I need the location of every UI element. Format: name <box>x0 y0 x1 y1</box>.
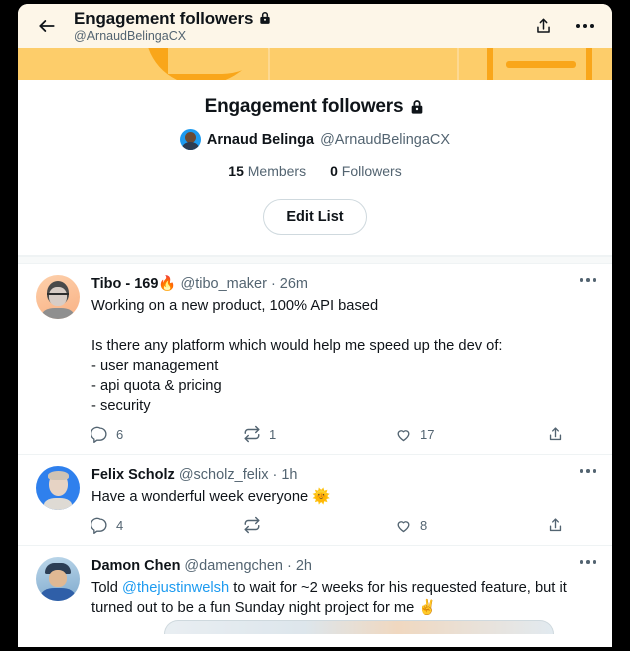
tweet-media-preview[interactable] <box>164 620 554 634</box>
arrow-left-icon <box>39 20 55 32</box>
tweet-timestamp[interactable]: 1h <box>281 466 297 485</box>
banner-vertical-bar-1 <box>487 48 493 80</box>
like-count: 17 <box>420 426 435 442</box>
tweet-more-button[interactable] <box>579 278 596 282</box>
list-owner-name: Arnaud Belinga <box>206 131 315 148</box>
tweet-content: Felix Scholz @scholz_felix · 1h Have a w… <box>91 466 596 541</box>
followers-label: Followers <box>341 163 402 179</box>
banner-dash <box>506 61 576 68</box>
tweet-author-handle[interactable]: @scholz_felix <box>179 466 269 485</box>
top-bar-title-group: Engagement followers @ArnaudBelingaCX <box>74 9 530 44</box>
list-stats-row: 15 Members 0 Followers <box>38 163 592 179</box>
top-navigation-bar: Engagement followers @ArnaudBelingaCX <box>18 4 612 48</box>
reply-count: 4 <box>116 517 124 533</box>
like-action[interactable]: 17 <box>395 426 547 443</box>
tweet-author-name[interactable]: Felix Scholz <box>91 466 175 485</box>
followers-stat[interactable]: 0 Followers <box>330 163 402 179</box>
share-button[interactable] <box>530 13 556 39</box>
members-count: 15 <box>228 163 244 179</box>
tweet-text-before: Told <box>91 580 123 596</box>
list-owner-row[interactable]: Arnaud Belinga @ArnaudBelingaCX <box>38 129 592 150</box>
tweet-actions: 6 1 17 <box>91 425 570 443</box>
tweet-author-handle[interactable]: @damengchen <box>184 557 283 576</box>
retweet-icon <box>244 516 260 534</box>
members-label: Members <box>247 163 307 179</box>
retweet-action[interactable] <box>243 516 395 534</box>
top-bar-actions <box>530 13 598 39</box>
edit-list-wrapper: Edit List <box>38 199 592 235</box>
app-screen: Engagement followers @ArnaudBelingaCX En… <box>18 4 612 647</box>
tweet-text: Told @thejustinwelsh to wait for ~2 week… <box>91 578 570 618</box>
reply-count: 6 <box>116 426 124 442</box>
banner-vertical-bar-2 <box>586 48 592 80</box>
tweet-timestamp[interactable]: 26m <box>280 275 308 294</box>
tweet-author-name[interactable]: Damon Chen <box>91 557 180 576</box>
more-horizontal-icon <box>579 278 596 282</box>
tweet-actions: 4 8 <box>91 516 570 534</box>
reply-action[interactable]: 6 <box>91 426 243 443</box>
tweet-content: Damon Chen @damengchen · 2h Told @thejus… <box>91 557 596 634</box>
retweet-icon <box>244 425 260 443</box>
tweet-author-row: Damon Chen @damengchen · 2h <box>91 557 570 576</box>
more-horizontal-icon <box>579 469 596 473</box>
tweet-more-button[interactable] <box>579 560 596 564</box>
tweet-more-button[interactable] <box>579 469 596 473</box>
more-horizontal-icon <box>579 560 596 564</box>
tweet-item[interactable]: Felix Scholz @scholz_felix · 1h Have a w… <box>18 455 612 546</box>
more-horizontal-icon <box>576 24 594 28</box>
reply-action[interactable]: 4 <box>91 517 243 534</box>
top-bar-subtitle: @ArnaudBelingaCX <box>74 28 187 43</box>
tweet-item[interactable]: Tibo - 169🔥 @tibo_maker · 26m Working on… <box>18 264 612 455</box>
tweet-author-row: Tibo - 169🔥 @tibo_maker · 26m <box>91 275 570 294</box>
list-title: Engagement followers <box>204 96 404 117</box>
more-options-button[interactable] <box>572 13 598 39</box>
top-bar-title-row: Engagement followers <box>74 9 530 28</box>
tweet-item[interactable]: Damon Chen @damengchen · 2h Told @thejus… <box>18 546 612 638</box>
heart-icon <box>397 429 410 441</box>
avatar[interactable] <box>36 466 80 510</box>
back-button[interactable] <box>32 11 62 41</box>
like-action[interactable]: 8 <box>395 517 547 534</box>
share-action[interactable] <box>547 517 570 534</box>
tweet-author-handle[interactable]: @tibo_maker <box>180 275 266 294</box>
heart-icon <box>397 520 410 532</box>
list-title-row: Engagement followers <box>205 96 426 118</box>
list-header-section: Engagement followers Arnaud Belinga @Arn… <box>18 80 612 256</box>
reply-icon <box>91 426 107 443</box>
tweet-separator: · <box>272 467 278 483</box>
reply-icon <box>91 517 107 534</box>
share-icon <box>536 18 550 33</box>
retweet-count: 1 <box>269 426 277 442</box>
edit-list-button[interactable]: Edit List <box>263 199 367 235</box>
avatar <box>179 129 201 150</box>
list-owner-handle: @ArnaudBelingaCX <box>320 131 451 148</box>
lock-icon <box>260 12 271 24</box>
lock-icon <box>412 100 423 114</box>
tweet-content: Tibo - 169🔥 @tibo_maker · 26m Working on… <box>91 275 596 450</box>
list-banner-image <box>18 48 612 80</box>
top-bar-title: Engagement followers <box>74 8 254 28</box>
tweet-author-row: Felix Scholz @scholz_felix · 1h <box>91 466 570 485</box>
like-count: 8 <box>420 517 428 533</box>
banner-segment-mid <box>270 48 457 80</box>
tweet-separator: · <box>286 558 292 574</box>
tweet-author-name[interactable]: Tibo - 169🔥 <box>91 275 176 294</box>
avatar[interactable] <box>36 557 80 601</box>
tweet-timestamp[interactable]: 2h <box>296 557 312 576</box>
retweet-action[interactable]: 1 <box>243 425 395 443</box>
section-divider <box>18 256 612 264</box>
phone-frame: Engagement followers @ArnaudBelingaCX En… <box>0 0 630 651</box>
members-stat[interactable]: 15 Members <box>228 163 306 179</box>
share-icon <box>549 426 562 440</box>
share-icon <box>549 517 562 531</box>
tweet-separator: · <box>270 276 276 292</box>
share-action[interactable] <box>547 426 570 443</box>
tweet-mention-link[interactable]: @thejustinwelsh <box>122 580 229 596</box>
avatar[interactable] <box>36 275 80 319</box>
tweet-text: Working on a new product, 100% API based… <box>91 298 503 414</box>
tweet-text: Have a wonderful week everyone 🌞 <box>91 489 331 505</box>
followers-count: 0 <box>330 163 338 179</box>
